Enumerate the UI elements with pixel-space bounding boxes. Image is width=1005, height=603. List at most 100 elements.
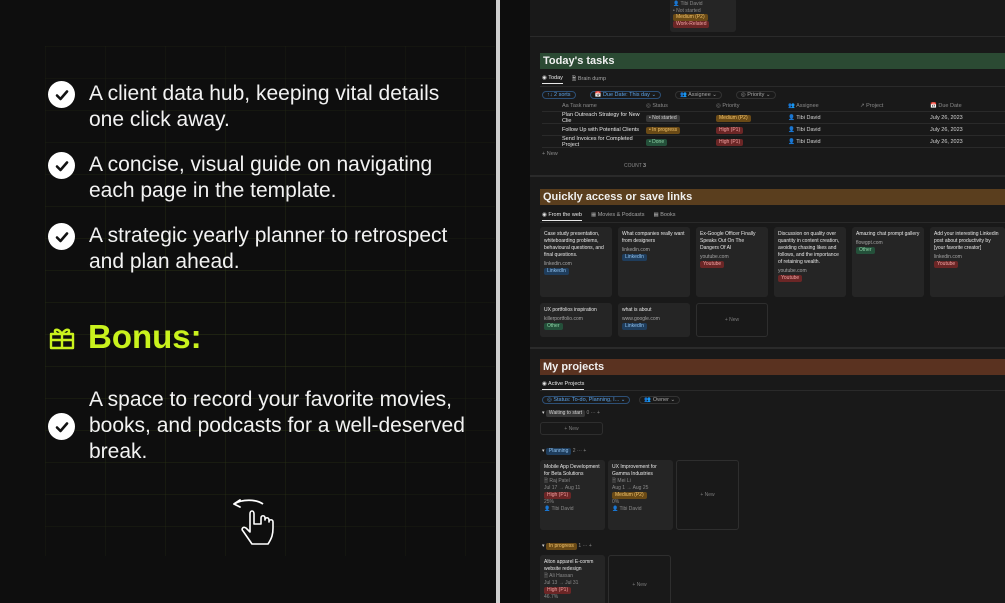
new-project-button[interactable]: + New bbox=[540, 422, 603, 435]
task-name[interactable]: Plan Outreach Strategy for New Clie bbox=[542, 112, 646, 124]
tab-brain-dump[interactable]: 🗎 Brain dump bbox=[572, 75, 606, 84]
assignee-filter[interactable]: 👥 Assignee ⌄ bbox=[675, 91, 722, 99]
project-card[interactable]: Mobile App Development for Beta Solution… bbox=[540, 460, 605, 530]
feature-item: A strategic yearly planner to retrospect… bbox=[48, 223, 468, 275]
project-assignee: 👤 Tibi David bbox=[544, 506, 574, 512]
link-card[interactable]: Ex-Google Officer Finally Speaks Out On … bbox=[696, 227, 768, 297]
tasks-tabs: ◉ Today 🗎 Brain dump bbox=[542, 75, 606, 84]
link-card[interactable]: UX portfolios inspiration killerportfolio… bbox=[540, 303, 612, 337]
link-tag: LinkedIn bbox=[622, 323, 647, 330]
project-progress: 25% bbox=[544, 499, 555, 505]
group-header[interactable]: ▾ Waiting to start 0 ··· + bbox=[542, 410, 600, 417]
top-strip: 👤 Tibi David • Not started Medium (P2) W… bbox=[530, 0, 1005, 40]
tasks-banner: Today's tasks bbox=[540, 53, 1005, 69]
new-project-button[interactable]: + New bbox=[676, 460, 739, 530]
feature-item: A concise, visual guide on navigating ea… bbox=[48, 152, 468, 204]
bonus-heading: Bonus: bbox=[48, 318, 202, 356]
panel-divider bbox=[496, 0, 500, 603]
assignee: 👤 Tibi David bbox=[788, 115, 821, 121]
assignee: 👤 Tibi David bbox=[788, 127, 821, 133]
link-title: Add your interesting Linkedin post about… bbox=[934, 231, 999, 251]
table-row[interactable]: Follow Up with Potential Clients • In pr… bbox=[542, 125, 1005, 136]
col-due-date: 📅 Due Date bbox=[930, 103, 962, 109]
link-domain: linkedin.com bbox=[544, 261, 572, 267]
owner-filter[interactable]: 👥 Owner ⌄ bbox=[639, 396, 681, 404]
due-date-filter[interactable]: 📅 Due Date: This day ⌄ bbox=[589, 91, 662, 99]
link-card[interactable]: Add your interesting Linkedin post about… bbox=[930, 227, 1005, 297]
priority-filter[interactable]: ◎ Priority ⌄ bbox=[735, 91, 776, 99]
task-name[interactable]: Send Invoices for Completed Project bbox=[542, 136, 646, 148]
due-date: July 26, 2023 bbox=[930, 139, 963, 145]
project-assignee: 👤 Tibi David bbox=[612, 506, 642, 512]
status-badge: • In progress bbox=[646, 126, 681, 134]
link-title: UX portfolios inspiration bbox=[544, 307, 597, 313]
link-domain: youtube.com bbox=[778, 268, 807, 274]
projects-filters: ◎ Status: To-do, Planning, I... ⌄ 👥 Owne… bbox=[542, 396, 681, 404]
tasks-filters: ↑↓ 2 sorts 📅 Due Date: This day ⌄ 👥 Assi… bbox=[542, 91, 776, 99]
promo-panel: A client data hub, keeping vital details… bbox=[0, 0, 496, 603]
tab-today[interactable]: ◉ Today bbox=[542, 75, 563, 84]
project-title: UX Improvement for Gamma Industries bbox=[612, 464, 657, 477]
hand-pointer-icon bbox=[233, 499, 274, 545]
link-card[interactable]: Discussion on quality over quantity in c… bbox=[774, 227, 846, 297]
link-tag: Youtube bbox=[778, 275, 803, 282]
tab-books[interactable]: ▦ Books bbox=[653, 212, 675, 221]
priority-badge: High (P1) bbox=[716, 138, 744, 146]
status-badge: • Done bbox=[646, 138, 668, 146]
links-banner: Quickly access or save links bbox=[540, 189, 1005, 205]
project-owner: 🗎 Ali Hassan bbox=[544, 573, 574, 579]
link-card[interactable]: Amazing chat prompt gallery flowgpt.com Ot… bbox=[852, 227, 924, 297]
link-card[interactable]: Case study presentation, whiteboarding p… bbox=[540, 227, 612, 297]
project-card[interactable]: UX Improvement for Gamma Industries 🗎 Me… bbox=[608, 460, 673, 530]
gift-icon bbox=[49, 328, 75, 350]
feature-item: A client data hub, keeping vital details… bbox=[48, 81, 468, 133]
link-title: Discussion on quality over quantity in c… bbox=[778, 231, 840, 265]
checkmark-icon bbox=[48, 223, 75, 250]
link-title: Case study presentation, whiteboarding p… bbox=[544, 231, 604, 258]
new-link-button[interactable]: + New bbox=[696, 303, 768, 337]
sort-filter[interactable]: ↑↓ 2 sorts bbox=[542, 91, 576, 99]
priority-badge: Medium (P2) bbox=[716, 114, 751, 122]
table-row[interactable]: Send Invoices for Completed Project • Do… bbox=[542, 136, 1005, 148]
link-tag: LinkedIn bbox=[622, 254, 647, 261]
link-card[interactable]: what is about www.google.com LinkedIn bbox=[618, 303, 690, 337]
new-task-button[interactable]: + New bbox=[542, 151, 558, 157]
tab-active-projects[interactable]: ◉ Active Projects bbox=[542, 381, 585, 390]
link-title: Ex-Google Officer Finally Speaks Out On … bbox=[700, 231, 756, 251]
project-progress: 46.7% bbox=[544, 594, 559, 600]
project-owner: 🗎 Mei Li bbox=[612, 478, 631, 484]
feature-text: A strategic yearly planner to retrospect… bbox=[89, 224, 448, 273]
project-owner: 🗎 Raj Patel bbox=[544, 478, 570, 484]
link-domain: linkedin.com bbox=[622, 247, 650, 253]
link-domain: www.google.com bbox=[622, 316, 660, 322]
top-card: 👤 Tibi David • Not started Medium (P2) W… bbox=[670, 0, 736, 32]
priority-badge: High (P1) bbox=[544, 492, 572, 499]
new-project-button[interactable]: + New bbox=[608, 555, 671, 603]
project-dates: Aug 1 → Aug 25 bbox=[612, 485, 649, 491]
link-title: Amazing chat prompt gallery bbox=[856, 231, 920, 237]
table-row[interactable]: Plan Outreach Strategy for New Clie • No… bbox=[542, 112, 1005, 124]
status-filter[interactable]: ◎ Status: To-do, Planning, I... ⌄ bbox=[542, 396, 631, 404]
bonus-title: Bonus: bbox=[88, 318, 202, 355]
assignee: 👤 Tibi David bbox=[788, 139, 821, 145]
status-badge: • Not started bbox=[646, 114, 680, 122]
tasks-header: Aa Task name ◎ Status ◎ Priority 👥 Assig… bbox=[542, 101, 1005, 112]
project-title: Mobile App Development for Beta Solution… bbox=[544, 464, 600, 477]
top-priority: Medium (P2) bbox=[673, 14, 733, 21]
col-task-name: Aa Task name bbox=[562, 103, 597, 109]
project-dates: Jul 13 → Jul 31 bbox=[544, 580, 579, 586]
tab-from-the-web[interactable]: ◉ From the web bbox=[542, 212, 582, 221]
link-domain: youtube.com bbox=[700, 254, 729, 260]
task-name[interactable]: Follow Up with Potential Clients bbox=[542, 127, 646, 133]
projects-tabs: ◉ Active Projects bbox=[542, 381, 585, 390]
group-header[interactable]: ▾ Planning 2 ··· + bbox=[542, 448, 586, 455]
group-header[interactable]: ▾ In progress 1 ··· + bbox=[542, 543, 592, 550]
priority-badge: High (P1) bbox=[716, 126, 744, 134]
checkmark-icon bbox=[48, 81, 75, 108]
col-project: ↗ Project bbox=[860, 103, 884, 109]
project-card[interactable]: Alton apparel E-comm website redesign 🗎 … bbox=[540, 555, 605, 603]
due-date: July 26, 2023 bbox=[930, 127, 963, 133]
link-card[interactable]: What companies really want from designer… bbox=[618, 227, 690, 297]
tab-movies-podcasts[interactable]: ▦ Movies & Podcasts bbox=[591, 212, 645, 221]
task-count: COUNT 3 bbox=[624, 163, 646, 169]
